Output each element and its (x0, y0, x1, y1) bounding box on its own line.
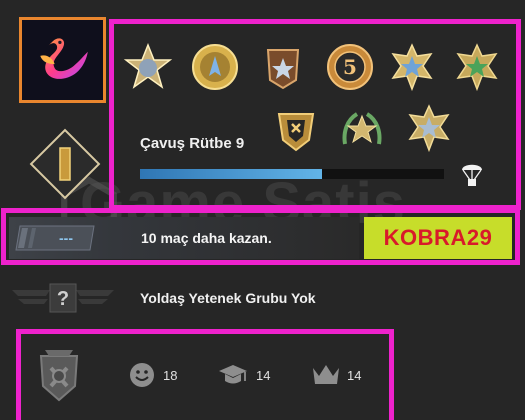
svg-text:5: 5 (343, 55, 357, 79)
coin-medal-icon[interactable] (190, 42, 240, 92)
operation-medal-icon[interactable] (271, 104, 321, 154)
shield-medal-icon[interactable] (258, 42, 308, 92)
parachute-drop-icon[interactable] (460, 160, 484, 188)
player-tag-label: KOBRA29 (364, 217, 512, 259)
skill-group-text: Yoldaş Yetenek Grubu Yok (140, 290, 316, 306)
skill-group-badge-text: ? (57, 288, 69, 310)
rank-insignia-icon (29, 128, 101, 200)
blue-star-medal-icon[interactable] (387, 42, 437, 92)
skill-group-wings-icon: ? (12, 283, 114, 313)
xp-progress-fill (140, 169, 323, 179)
unranked-badge-icon: --- (15, 225, 95, 251)
wins-needed-text: 10 maç daha kazan. (141, 230, 272, 246)
silver-star-medal-icon[interactable] (404, 103, 454, 153)
clan-crest-icon (39, 350, 79, 402)
swan-logo-icon (39, 38, 88, 79)
smiley-icon (130, 363, 154, 387)
green-star-medal-icon[interactable] (452, 42, 502, 92)
profile-avatar[interactable] (19, 17, 106, 103)
five-year-coin-icon[interactable]: 5 (325, 42, 375, 92)
commend-leader-count: 14 (347, 368, 362, 383)
rank-name: Çavuş Rütbe 9 (140, 135, 245, 152)
unranked-badge-text: --- (59, 230, 73, 246)
teacher-cap-icon (219, 365, 247, 384)
commend-friendly-count: 18 (163, 368, 178, 383)
xp-progress-bar (140, 169, 444, 179)
crown-icon (313, 365, 339, 384)
star-medal-icon[interactable] (123, 43, 173, 93)
commend-teacher-count: 14 (256, 368, 271, 383)
laurel-medal-icon[interactable] (337, 104, 387, 154)
